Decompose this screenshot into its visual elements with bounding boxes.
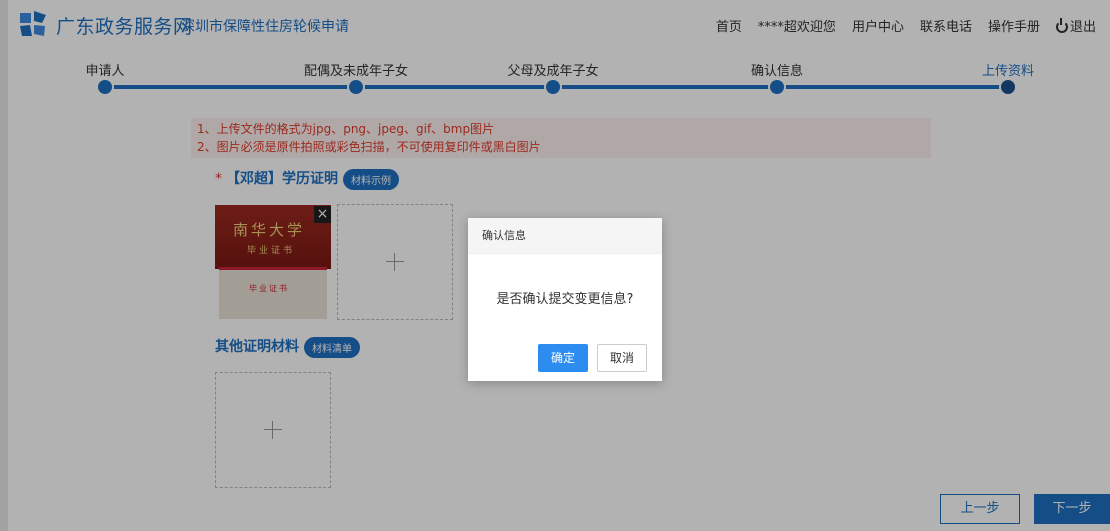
dialog-ok-button[interactable]: 确定: [538, 344, 588, 372]
dialog-cancel-button[interactable]: 取消: [597, 344, 647, 372]
dialog-message: 是否确认提交变更信息?: [496, 292, 634, 307]
confirm-dialog: 确认信息 是否确认提交变更信息? 确定 取消: [468, 218, 662, 381]
dialog-title: 确认信息: [468, 218, 662, 254]
